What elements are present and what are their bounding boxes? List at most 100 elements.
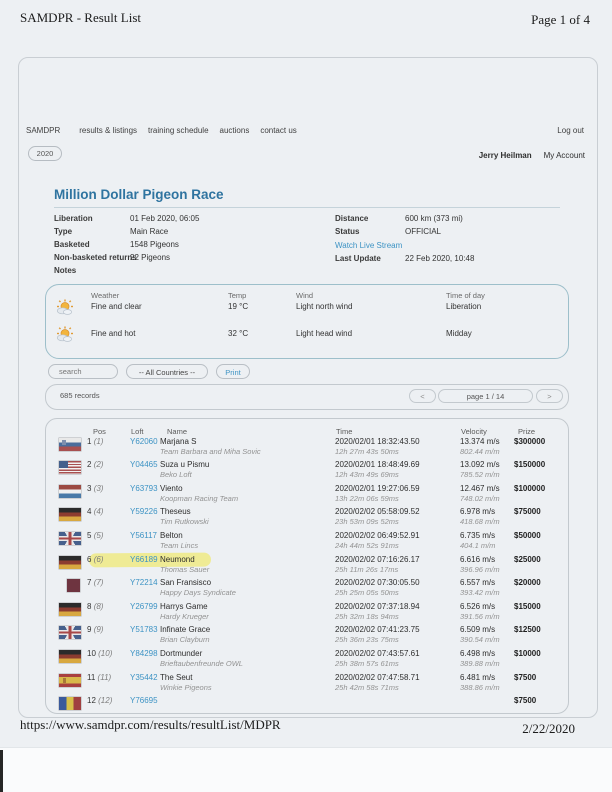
romania-flag-icon: [59, 697, 81, 710]
loft-link[interactable]: Y62060: [130, 437, 158, 446]
position-cell: 8 (8): [87, 602, 131, 611]
user-name: Jerry Heilman: [479, 151, 532, 160]
weather-temp: 32 °C: [228, 329, 248, 338]
germany-flag-icon: [59, 603, 81, 616]
table-row: 6 (6) Y66189 NeumondThomas Sauer 2020/02…: [46, 555, 568, 579]
prize-amount: $100000: [514, 484, 545, 493]
loft-link[interactable]: Y76695: [130, 696, 158, 705]
weather-panel: Weather Temp Wind Time of day Fine and c…: [45, 284, 569, 359]
prize-amount: $50000: [514, 531, 541, 540]
name-cell: Infinate GraceBrian Clayburn: [160, 625, 332, 644]
table-row: 9 (9) Y51783 Infinate GraceBrian Claybur…: [46, 625, 568, 649]
time-cell: 2020/02/01 19:27:06.5913h 22m 06s 59ms: [335, 484, 457, 503]
time-cell: 2020/02/02 07:37:18.9425h 32m 18s 94ms: [335, 602, 457, 621]
position-cell: 9 (9): [87, 625, 131, 634]
loft-link[interactable]: Y72214: [130, 578, 158, 587]
results-rows: 1 (1) Y62060 Marjana STeam Barbara and M…: [46, 419, 568, 713]
time-cell: 2020/02/02 05:58:09.5223h 53m 09s 52ms: [335, 507, 457, 526]
usa-flag-icon: [59, 461, 81, 474]
weather-col-header: Weather: [91, 291, 119, 300]
info-value-distance: 600 km (373 mi): [405, 214, 463, 223]
prize-amount: $10000: [514, 649, 541, 658]
position-cell: 3 (3): [87, 484, 131, 493]
prize-amount: $75000: [514, 507, 541, 516]
germany-flag-icon: [59, 556, 81, 569]
info-value-last-update: 22 Feb 2020, 10:48: [405, 254, 474, 263]
time-cell: 2020/02/01 18:48:49.6912h 43m 49s 69ms: [335, 460, 457, 479]
weather-condition: Fine and clear: [91, 302, 142, 311]
sun-cloud-icon: [54, 326, 76, 343]
loft-link[interactable]: Y63793: [130, 484, 158, 493]
records-bar: 685 records < page 1 / 14 >: [45, 384, 569, 410]
wind-col-header: Wind: [296, 291, 313, 300]
nav-item-auctions[interactable]: auctions: [220, 126, 250, 135]
netherlands-flag-icon: [59, 485, 81, 498]
next-page-button[interactable]: >: [536, 389, 563, 403]
loft-link[interactable]: Y59226: [130, 507, 158, 516]
weather-wind: Light north wind: [296, 302, 352, 311]
germany-flag-icon: [59, 508, 81, 521]
nav-item-contact-us[interactable]: contact us: [260, 126, 296, 135]
position-cell: 4 (4): [87, 507, 131, 516]
nav-brand[interactable]: SAMDPR: [26, 126, 60, 135]
table-row: 10 (10) Y84298 DortmunderBrieftaubenfreu…: [46, 649, 568, 673]
weather-time-of-day: Liberation: [446, 302, 481, 311]
info-label-liberation: Liberation: [54, 214, 93, 223]
loft-link[interactable]: Y26799: [130, 602, 158, 611]
name-cell: Suza u PismuBeko Loft: [160, 460, 332, 479]
info-label-non-basketed: Non-basketed returns: [54, 253, 137, 262]
my-account-link[interactable]: My Account: [544, 151, 585, 160]
info-label-distance: Distance: [335, 214, 368, 223]
nav-item-results-listings[interactable]: results & listings: [79, 126, 137, 135]
info-label-type: Type: [54, 227, 72, 236]
loft-link[interactable]: Y56117: [130, 531, 157, 540]
time-cell: 2020/02/02 06:49:52.9124h 44m 52s 91ms: [335, 531, 457, 550]
print-header-title: SAMDPR - Result List: [20, 10, 141, 26]
country-filter-dropdown[interactable]: -- All Countries --: [126, 364, 208, 379]
spain-flag-icon: [59, 674, 81, 687]
info-label-status: Status: [335, 227, 359, 236]
table-row: 1 (1) Y62060 Marjana STeam Barbara and M…: [46, 437, 568, 461]
name-cell: The SeutWinkie Pigeons: [160, 673, 332, 692]
prize-amount: $150000: [514, 460, 545, 469]
name-cell: Harrys GameHardy Krueger: [160, 602, 332, 621]
prize-amount: $15000: [514, 602, 541, 611]
position-cell: 12 (12): [87, 696, 131, 705]
name-cell: BeltonTeam Lincs: [160, 531, 332, 550]
loft-link[interactable]: Y35442: [130, 673, 158, 682]
uk-flag-icon: [59, 532, 81, 545]
footer-url: https://www.samdpr.com/results/resultLis…: [20, 717, 281, 733]
name-cell: NeumondThomas Sauer: [160, 555, 332, 574]
scan-artifact: [0, 750, 3, 792]
loft-link[interactable]: Y66189: [130, 555, 158, 564]
info-value-basketed: 1548 Pigeons: [130, 240, 179, 249]
sun-cloud-icon: [54, 299, 76, 316]
logout-link[interactable]: Log out: [557, 126, 584, 135]
results-table: Pos Loft Name Time Velocity Prize 1 (1) …: [45, 418, 569, 714]
position-cell: 7 (7): [87, 578, 131, 587]
watch-live-stream-link[interactable]: Watch Live Stream: [335, 241, 402, 250]
table-row: 3 (3) Y63793 VientoKoopman Racing Team 2…: [46, 484, 568, 508]
print-button[interactable]: Print: [216, 364, 250, 379]
name-cell: TheseusTim Rutkowski: [160, 507, 332, 526]
position-cell: 5 (5): [87, 531, 131, 540]
nav-item-training-schedule[interactable]: training schedule: [148, 126, 208, 135]
maroon-flag-icon: [67, 579, 80, 592]
weather-time-of-day: Midday: [446, 329, 472, 338]
year-selector[interactable]: 2020: [28, 146, 62, 161]
loft-link[interactable]: Y84298: [130, 649, 158, 658]
loft-link[interactable]: Y04465: [130, 460, 158, 469]
position-cell: 11 (11): [87, 673, 131, 682]
search-input[interactable]: [48, 364, 118, 379]
weather-temp: 19 °C: [228, 302, 248, 311]
time-cell: 2020/02/02 07:16:26.1725h 11m 26s 17ms: [335, 555, 457, 574]
time-cell: [335, 696, 457, 697]
name-cell: Marjana STeam Barbara and Miha Sovic: [160, 437, 332, 456]
prize-amount: $300000: [514, 437, 545, 446]
page-title: Million Dollar Pigeon Race: [54, 187, 224, 202]
germany-flag-icon: [59, 650, 81, 663]
loft-link[interactable]: Y51783: [130, 625, 158, 634]
prev-page-button[interactable]: <: [409, 389, 436, 403]
prize-amount: $7500: [514, 673, 536, 682]
table-row: 4 (4) Y59226 TheseusTim Rutkowski 2020/0…: [46, 507, 568, 531]
